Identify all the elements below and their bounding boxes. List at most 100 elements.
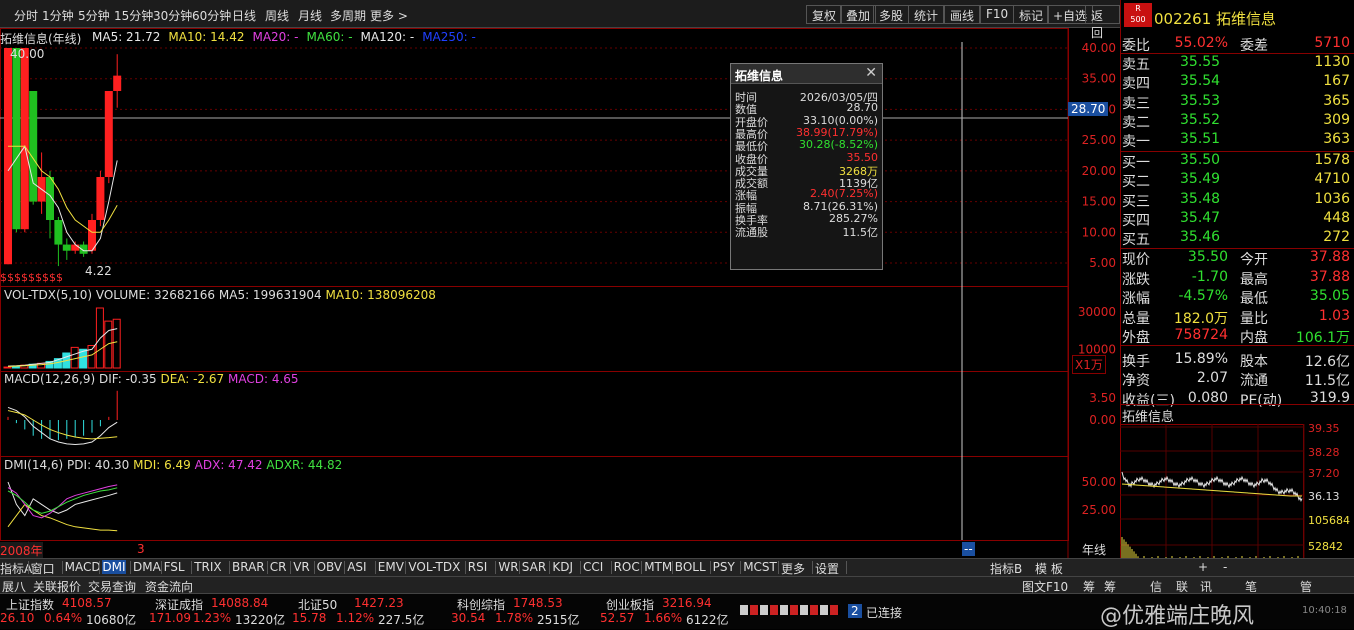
period-tab-0[interactable]: 分时 — [14, 7, 38, 24]
stat-label-2: 股本 — [1240, 353, 1268, 370]
vol-tick-0: 30000 — [1078, 305, 1116, 319]
indicator-tab-7[interactable]: BRAR — [232, 560, 265, 574]
index-value-0: 4108.57 — [62, 596, 112, 610]
indicator-tab-18[interactable]: CCI — [583, 560, 603, 574]
stat-value-2: 11.5亿 — [1304, 373, 1350, 389]
period-tab-5[interactable]: 60分钟 — [192, 7, 231, 24]
indicator-tab-20[interactable]: MTM — [644, 560, 672, 574]
period-tab-10[interactable]: 更多 > — [370, 7, 408, 24]
popup-row-7: 成交额 1139亿 — [731, 175, 882, 190]
toolbar-button-8[interactable]: 返回 — [1085, 5, 1120, 40]
index-status-bar: 上证指数 4108.57 26.10 0.64% 10680亿 深证成指 14088.84 1… — [0, 593, 1354, 629]
ask-price: 35.54 — [1180, 73, 1221, 90]
tab-separator — [495, 561, 497, 574]
index-pct-0: 0.64% — [44, 611, 83, 625]
indicator-tab-19[interactable]: ROC — [614, 560, 640, 574]
toolbar-button-6[interactable]: 标记 — [1013, 5, 1050, 24]
toolbar-button-3[interactable]: 统计 — [908, 5, 945, 24]
indicator-tab-5[interactable]: FSL — [164, 560, 185, 574]
mini-intraday-chart[interactable]: 39.35 38.28 37.20 36.13 105684 52842 — [1120, 424, 1354, 566]
toolbar-button-4[interactable]: 画线 — [944, 5, 981, 24]
candle-body-5 — [46, 177, 54, 220]
dmi-adx: ADX: 47.42 — [194, 458, 263, 472]
period-tab-1[interactable]: 1分钟 — [42, 7, 74, 24]
chart-area[interactable]: 40.00 35.00 3 0.00 25.00 20.00 15.00 10.00 5.00 3… — [0, 28, 1120, 559]
stat-value-2: 35.05 — [1309, 288, 1350, 304]
macd-title: MACD(12,26,9) — [4, 372, 96, 386]
period-tab-2[interactable]: 5分钟 — [78, 7, 110, 24]
ask-row-0: 卖五 35.55 1130 — [1120, 54, 1354, 73]
tab-plus-button[interactable]: + — [1198, 560, 1208, 574]
indicator-tab-6[interactable]: TRIX — [194, 560, 221, 574]
indicator-tab-22[interactable]: PSY — [713, 560, 735, 574]
stat-label-2: 最高 — [1240, 271, 1268, 288]
close-icon[interactable]: ✕ — [865, 65, 877, 81]
indicator-tab-24[interactable]: 更多 — [781, 560, 805, 577]
ask-price: 35.53 — [1180, 92, 1221, 109]
indicator-tab-25[interactable]: 设置 — [815, 560, 839, 577]
stat-value-1: 758724 — [1174, 327, 1228, 343]
stock-name: 拓维信息 — [1216, 10, 1277, 28]
indicator-tab-4[interactable]: DMA — [133, 560, 161, 574]
indicator-tab-23[interactable]: MCST — [743, 560, 777, 574]
bid-volume: 1036 — [1314, 190, 1350, 207]
candle-body-0 — [4, 48, 12, 265]
ask-volume: 1130 — [1314, 54, 1350, 70]
toolbar-button-1[interactable]: 叠加 — [840, 5, 877, 24]
indicator-right-tab-0[interactable]: 指标B — [990, 560, 1022, 577]
indicator-tab-21[interactable]: BOLL — [675, 560, 706, 574]
y-tick-5: 15.00 — [1082, 195, 1116, 209]
indicator-tab-14[interactable]: RSI — [468, 560, 488, 574]
weicha-value: 5710 — [1314, 35, 1350, 51]
candle-body-13 — [113, 75, 122, 91]
indicator-tab-15[interactable]: WR — [498, 560, 518, 574]
tab-separator — [580, 561, 581, 574]
period-tab-4[interactable]: 30分钟 — [153, 7, 192, 24]
toolbar-button-0[interactable]: 复权 — [806, 5, 843, 24]
signal-markers: $$$$$$$$$ — [0, 271, 63, 284]
stat-row-5: 换手 15.89% 股本 12.6亿 — [1120, 351, 1354, 370]
stat-label-2: 最低 — [1240, 291, 1268, 307]
indicator-tab-3[interactable]: DMI — [102, 560, 126, 574]
index-pct-2: 1.12% — [336, 611, 375, 625]
indicator-tab-12[interactable]: EMV — [378, 560, 404, 574]
stat-label-2: 内盘 — [1240, 330, 1268, 346]
period-tab-3[interactable]: 15分钟 — [114, 7, 153, 24]
indicator-tab-11[interactable]: ASI — [347, 560, 366, 574]
period-tab-9[interactable]: 多周期 — [330, 7, 366, 24]
ask-price: 35.52 — [1180, 111, 1221, 128]
quote-panel: R 500 002261 拓维信息 委比 55.02% 委差 5710 卖五 35.55 1… — [1120, 0, 1354, 575]
tab-separator — [160, 561, 162, 574]
indicator-tab-10[interactable]: OBV — [317, 560, 343, 574]
macd-value: MACD: 4.65 — [228, 372, 299, 386]
popup-row-value: 8.71(26.31%) — [802, 199, 878, 213]
index-amount-4: 6122亿 — [686, 613, 729, 627]
candle-body-7 — [62, 244, 71, 251]
y-tick-7: 5.00 — [1089, 256, 1116, 270]
main-title: 拓维信息(年线) — [0, 32, 82, 46]
tab-minus-button[interactable]: - — [1223, 560, 1227, 574]
indicator-tab-1[interactable]: 窗口 — [31, 560, 55, 577]
candle-body-12 — [104, 91, 113, 177]
indicator-tab-17[interactable]: KDJ — [552, 560, 573, 574]
indicator-tab-8[interactable]: CR — [270, 560, 287, 574]
indicator-tab-16[interactable]: SAR — [522, 560, 546, 574]
period-tab-7[interactable]: 周线 — [265, 7, 289, 24]
tab-separator — [709, 561, 711, 574]
tab-separator — [740, 561, 742, 574]
period-label: 年线 — [1082, 543, 1107, 557]
stat-label-1: 外盘 — [1122, 330, 1150, 346]
rzrq-badge: R 500 — [1124, 3, 1152, 27]
period-toolbar: 分时 1分钟 5分钟 15分钟 30分钟 60分钟 日线 周线 月线 多周期 更多 > 复权 叠加 多股统… — [0, 0, 1120, 40]
stat-row-1: 涨跌 -1.70 最高 37.88 — [1120, 269, 1354, 288]
index-value-2: 1427.23 — [354, 596, 404, 610]
toolbar-button-5[interactable]: F10 — [980, 5, 1015, 24]
period-tab-8[interactable]: 月线 — [298, 7, 322, 24]
period-tab-6[interactable]: 日线 — [232, 7, 256, 24]
indicator-tab-2[interactable]: MACD — [65, 560, 101, 574]
bid-row-0: 买一 35.50 1578 — [1120, 152, 1354, 171]
indicator-tab-9[interactable]: VR — [293, 560, 310, 574]
indicator-right-tab-1[interactable]: 模 板 — [1035, 560, 1063, 577]
toolbar-button-2[interactable]: 多股 — [873, 5, 910, 24]
indicator-tab-13[interactable]: VOL-TDX — [408, 560, 460, 574]
